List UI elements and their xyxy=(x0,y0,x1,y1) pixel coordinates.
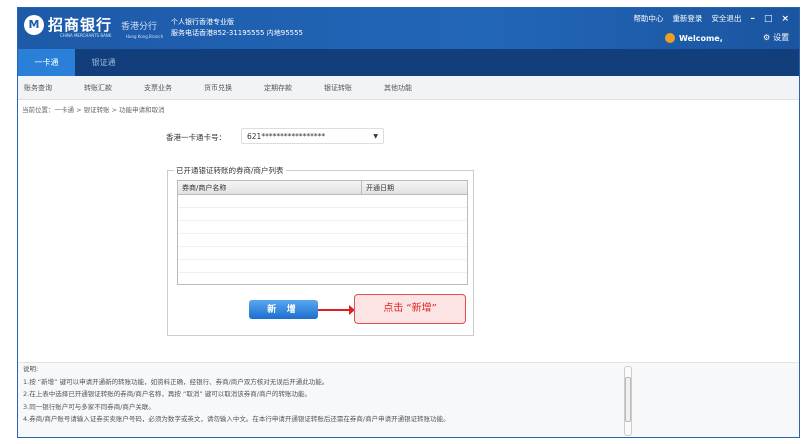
submenu-item[interactable]: 账务查询 xyxy=(24,76,84,99)
broker-table: 券商/商户名称 开通日期 xyxy=(177,180,468,285)
instruction-callout: 点击 “新增” xyxy=(354,294,466,324)
note-item: 4.券商/商户账号请输入证券买卖账户号码，必须为数字或英文，请勿输入中文。在本行… xyxy=(23,415,450,423)
breadcrumb: 当前位置：一卡通 > 银证转账 > 功能申请和取消 xyxy=(22,106,165,114)
main-tabs: 一卡通 银证通 xyxy=(18,49,799,76)
note-item: 1.按 “新增” 键可以申请开通新的转账功能，如资料正确，经银行、券商/商户双方… xyxy=(23,377,329,386)
table-row[interactable] xyxy=(178,221,467,234)
avatar-icon xyxy=(665,33,675,43)
welcome: Welcome, xyxy=(665,33,723,43)
notes-title: 说明: xyxy=(23,365,39,373)
version-title: 个人银行香港专业版 xyxy=(171,18,234,26)
logout-link[interactable]: 安全退出 xyxy=(711,13,741,24)
card-number-select[interactable]: 621***************** ▼ xyxy=(241,128,384,144)
branch-name-en: Hong Kong Branch xyxy=(126,34,164,39)
table-row[interactable] xyxy=(178,234,467,247)
card-number-label: 香港一卡通卡号： xyxy=(166,133,226,142)
version-info: 个人银行香港专业版 服务电话香港852-31195555 内地95555 xyxy=(171,17,303,39)
bank-logo-icon: M xyxy=(24,15,44,35)
submenu: 账务查询 转账汇款 支票业务 货币兑换 定期存款 银证转账 其他功能 xyxy=(18,76,799,100)
welcome-text: Welcome, xyxy=(679,33,723,43)
table-row[interactable] xyxy=(178,208,467,221)
submenu-item[interactable]: 转账汇款 xyxy=(84,76,144,99)
minimize-button[interactable]: – xyxy=(750,14,755,24)
submenu-item[interactable]: 银证转账 xyxy=(324,76,384,99)
relogin-link[interactable]: 重新登录 xyxy=(672,13,702,24)
gear-icon: ⚙ xyxy=(763,33,771,42)
settings-button[interactable]: ⚙ 设置 xyxy=(763,32,789,43)
table-row[interactable] xyxy=(178,195,467,208)
note-item: 2.在上表中选择已开通银证转账的券商/商户名称，再按 “取消” 键可以取消该券商… xyxy=(23,390,311,398)
add-button[interactable]: 新 增 xyxy=(249,300,318,319)
dropdown-arrow-icon: ▼ xyxy=(373,133,378,140)
submenu-item[interactable]: 定期存款 xyxy=(264,76,324,99)
settings-label: 设置 xyxy=(773,33,790,42)
help-center-link[interactable]: 帮助中心 xyxy=(633,13,663,24)
card-number-value: 621***************** xyxy=(247,132,326,141)
tab-yinzhengtong[interactable]: 银证通 xyxy=(75,49,132,76)
branch-name: 香港分行 xyxy=(121,22,158,32)
submenu-item[interactable]: 货币兑换 xyxy=(204,76,264,99)
column-header-date: 开通日期 xyxy=(366,184,394,192)
table-header: 券商/商户名称 开通日期 xyxy=(178,181,467,195)
scrollbar-thumb[interactable] xyxy=(625,377,631,422)
hotline: 服务电话香港852-31195555 内地95555 xyxy=(171,29,304,37)
bank-name-en: CHINA MERCHANTS BANK xyxy=(60,33,112,38)
maximize-button[interactable]: □ xyxy=(764,14,773,24)
column-header-name: 券商/商户名称 xyxy=(178,181,362,194)
arrow-icon xyxy=(318,305,355,315)
bank-name: 招商银行 xyxy=(48,16,113,34)
top-links: 帮助中心 重新登录 安全退出 – □ × xyxy=(633,13,789,24)
notes-panel: 说明: 1.按 “新增” 键可以申请开通新的转账功能，如资料正确，经银行、券商/… xyxy=(18,362,799,437)
note-item: 3.同一银行账户可与多家不同券商/商户关联。 xyxy=(23,402,155,411)
broker-list-legend: 已开通银证转账的券商/商户列表 xyxy=(174,165,286,176)
submenu-item[interactable]: 其他功能 xyxy=(384,76,444,99)
tab-yikatong[interactable]: 一卡通 xyxy=(18,49,75,76)
header: M 招商银行 CHINA MERCHANTS BANK 香港分行 Hong Ko… xyxy=(18,8,799,49)
table-row[interactable] xyxy=(178,260,467,273)
notes-scrollbar[interactable] xyxy=(624,366,632,436)
close-button[interactable]: × xyxy=(781,14,789,24)
table-row[interactable] xyxy=(178,247,467,260)
app-window: M 招商银行 CHINA MERCHANTS BANK 香港分行 Hong Ko… xyxy=(17,7,800,438)
submenu-item[interactable]: 支票业务 xyxy=(144,76,204,99)
